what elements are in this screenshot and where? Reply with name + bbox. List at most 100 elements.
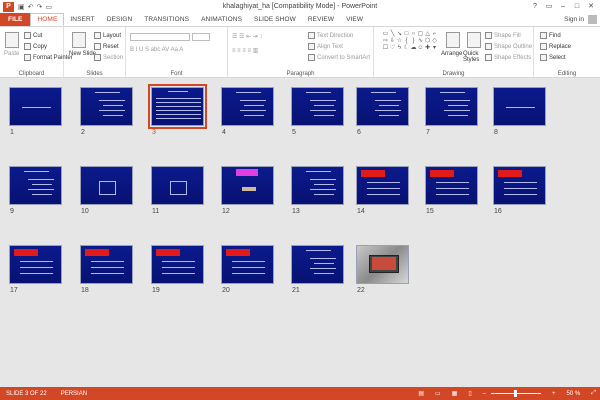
help-button[interactable]: ? bbox=[528, 0, 542, 13]
tab-home[interactable]: HOME bbox=[30, 13, 65, 26]
slide-thumbnail[interactable] bbox=[356, 87, 409, 126]
tab-transitions[interactable]: TRANSITIONS bbox=[138, 13, 195, 26]
tab-animations[interactable]: ANIMATIONS bbox=[195, 13, 248, 26]
fit-to-window-icon[interactable]: ⤢ bbox=[591, 390, 596, 397]
reset-button[interactable]: Reset bbox=[94, 43, 119, 50]
slide-thumbnail[interactable] bbox=[221, 166, 274, 205]
slide-thumbnail[interactable] bbox=[221, 245, 274, 284]
shape-outline-button[interactable]: Shape Outline bbox=[485, 43, 532, 50]
slide-thumbnail[interactable] bbox=[148, 84, 207, 129]
avatar[interactable] bbox=[588, 15, 597, 24]
minimize-button[interactable]: – bbox=[556, 0, 570, 13]
zoom-level[interactable]: 50 % bbox=[567, 391, 581, 397]
shape-hex-icon[interactable]: ⬡ bbox=[424, 38, 431, 45]
shape-effects-button[interactable]: Shape Effects bbox=[485, 54, 531, 61]
shape-textbox-icon[interactable]: ▭ bbox=[382, 31, 389, 38]
slide-thumbnail[interactable] bbox=[291, 87, 344, 126]
shape-arrow-right-icon[interactable]: ⇨ bbox=[382, 38, 389, 45]
shape-arrow-icon[interactable]: ↘ bbox=[396, 31, 403, 38]
quick-styles-button[interactable]: Quick Styles bbox=[463, 51, 483, 63]
shape-bolt-icon[interactable]: ϟ bbox=[396, 45, 403, 52]
zoom-out-button[interactable]: – bbox=[483, 391, 486, 397]
tab-slide-show[interactable]: SLIDE SHOW bbox=[248, 13, 302, 26]
shape-rect-icon[interactable]: □ bbox=[403, 31, 410, 38]
shape-oval-icon[interactable]: ○ bbox=[410, 31, 417, 38]
font-name-combo[interactable] bbox=[130, 33, 190, 41]
shape-arrow-down-icon[interactable]: ⇩ bbox=[389, 38, 396, 45]
notes-icon[interactable]: ▤ bbox=[418, 390, 424, 397]
paragraph-align-buttons[interactable]: ≡ ≡ ≡ ≡ ▥ bbox=[232, 47, 258, 54]
shape-smile-icon[interactable]: ☺ bbox=[417, 45, 424, 52]
slide-thumbnail[interactable] bbox=[9, 87, 62, 126]
save-icon[interactable]: ▣ bbox=[18, 3, 25, 11]
shape-callout-icon[interactable]: ☐ bbox=[382, 45, 389, 52]
language-indicator[interactable]: PERSIAN bbox=[61, 391, 87, 397]
convert-smartart-button[interactable]: Convert to SmartArt bbox=[308, 54, 370, 61]
shape-more-icon[interactable]: ▾ bbox=[431, 45, 438, 52]
new-slide-button[interactable]: New Slide bbox=[69, 51, 96, 57]
shape-diamond-icon[interactable]: ◇ bbox=[431, 38, 438, 45]
shape-triangle-icon[interactable]: △ bbox=[424, 31, 431, 38]
zoom-in-button[interactable]: + bbox=[552, 391, 556, 397]
shape-star-icon[interactable]: ☆ bbox=[396, 38, 403, 45]
shape-cross-icon[interactable]: ✚ bbox=[424, 45, 431, 52]
shape-line-icon[interactable]: ╲ bbox=[389, 31, 396, 38]
shape-round-rect-icon[interactable]: ▢ bbox=[417, 31, 424, 38]
text-direction-button[interactable]: Text Direction bbox=[308, 32, 353, 39]
slide-thumbnail[interactable] bbox=[80, 245, 133, 284]
sign-in-link[interactable]: Sign in bbox=[564, 16, 584, 23]
slide-thumbnail[interactable] bbox=[291, 166, 344, 205]
layout-button[interactable]: Layout bbox=[94, 32, 121, 39]
slide-thumbnail[interactable] bbox=[493, 87, 546, 126]
shape-heart-icon[interactable]: ♡ bbox=[389, 45, 396, 52]
slide-thumbnail[interactable] bbox=[151, 245, 204, 284]
slide-thumbnail[interactable] bbox=[80, 87, 133, 126]
close-button[interactable]: ✕ bbox=[584, 0, 598, 13]
paste-button[interactable]: Paste bbox=[4, 51, 19, 57]
copy-button[interactable]: Copy bbox=[24, 43, 47, 50]
shape-bracket-right-icon[interactable]: } bbox=[410, 38, 417, 45]
paragraph-list-buttons[interactable]: ☰ ☰ ⇤ ⇥ ↕ bbox=[232, 33, 262, 40]
zoom-slider-knob[interactable] bbox=[514, 390, 518, 397]
zoom-slider[interactable] bbox=[490, 390, 541, 397]
shape-fill-button[interactable]: Shape Fill bbox=[485, 32, 521, 39]
slide-thumbnail[interactable] bbox=[80, 166, 133, 205]
tab-insert[interactable]: INSERT bbox=[64, 13, 100, 26]
tab-view[interactable]: VIEW bbox=[340, 13, 369, 26]
reading-view-icon[interactable]: ▯ bbox=[468, 390, 471, 397]
slide-thumbnail[interactable] bbox=[425, 87, 478, 126]
shape-right-line-icon[interactable]: ⌐ bbox=[431, 31, 438, 38]
slide-thumbnail[interactable] bbox=[9, 245, 62, 284]
slideshow-icon[interactable]: ▭ bbox=[45, 3, 52, 11]
cut-button[interactable]: Cut bbox=[24, 32, 42, 39]
undo-icon[interactable]: ↶ bbox=[28, 3, 34, 11]
shape-bracket-left-icon[interactable]: { bbox=[403, 38, 410, 45]
font-format-buttons[interactable]: B I U S abc AV Aa A bbox=[130, 47, 183, 53]
arrange-button[interactable]: Arrange bbox=[441, 51, 462, 57]
shapes-gallery[interactable]: ▭ ╲ ↘ □ ○ ▢ △ ⌐ ⇨ ⇩ ☆{} ∿ ⬡ ◇ ☐ ♡ ϟ ☾ ☁ ☺ ✚ ▾ bbox=[382, 31, 438, 61]
slide-sorter-view-icon[interactable]: ▦ bbox=[452, 390, 458, 397]
tab-design[interactable]: DESIGN bbox=[101, 13, 139, 26]
slide-thumbnail[interactable] bbox=[9, 166, 62, 205]
tab-review[interactable]: REVIEW bbox=[302, 13, 340, 26]
font-size-combo[interactable] bbox=[192, 33, 210, 41]
slide-thumbnail[interactable] bbox=[356, 166, 409, 205]
replace-button[interactable]: Replace bbox=[540, 43, 571, 50]
slide-thumbnail[interactable] bbox=[291, 245, 344, 284]
select-button[interactable]: Select bbox=[540, 54, 566, 61]
section-button[interactable]: Section bbox=[94, 54, 123, 61]
slide-thumbnail[interactable] bbox=[425, 166, 478, 205]
slide-thumbnail[interactable] bbox=[356, 245, 409, 284]
ribbon-display-button[interactable]: ▭ bbox=[542, 0, 556, 13]
slide-thumbnail[interactable] bbox=[493, 166, 546, 205]
slide-thumbnail[interactable] bbox=[221, 87, 274, 126]
shape-moon-icon[interactable]: ☾ bbox=[403, 45, 410, 52]
normal-view-icon[interactable]: ▭ bbox=[435, 390, 441, 397]
redo-icon[interactable]: ↷ bbox=[37, 3, 43, 11]
align-text-button[interactable]: Align Text bbox=[308, 43, 343, 50]
find-button[interactable]: Find bbox=[540, 32, 561, 39]
tab-file[interactable]: FILE bbox=[0, 13, 31, 26]
slide-thumbnail[interactable] bbox=[151, 166, 204, 205]
maximize-button[interactable]: □ bbox=[570, 0, 584, 13]
shape-cloud-icon[interactable]: ☁ bbox=[410, 45, 417, 52]
